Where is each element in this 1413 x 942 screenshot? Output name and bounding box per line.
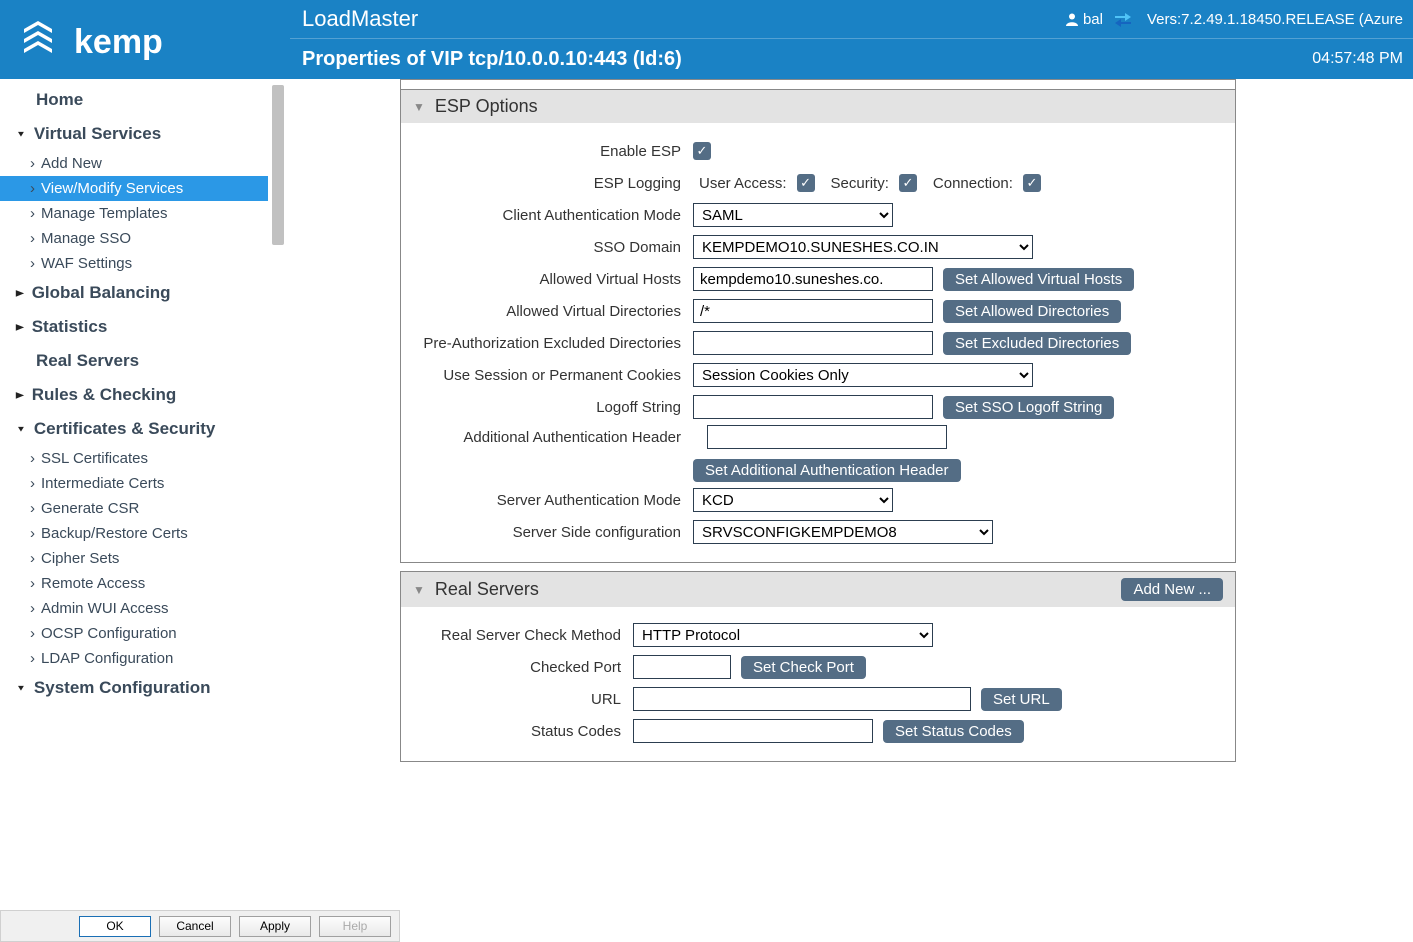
checked-port-label: Checked Port (415, 659, 633, 676)
real-servers-panel: ▼ Real Servers Add New ... Real Server C… (400, 571, 1236, 762)
sso-domain-select[interactable]: KEMPDEMO10.SUNESHES.CO.IN (693, 235, 1033, 259)
panel-title-rs: Real Servers (435, 579, 539, 600)
log-connection-label: Connection: (933, 175, 1013, 192)
enable-esp-checkbox[interactable]: ✓ (693, 142, 711, 160)
sidebar-item-view-modify-services[interactable]: View/Modify Services (0, 176, 268, 201)
log-user-checkbox[interactable]: ✓ (797, 174, 815, 192)
swap-icon[interactable] (1113, 11, 1133, 27)
product-title: LoadMaster (302, 6, 418, 32)
apply-button[interactable]: Apply (239, 916, 311, 937)
sidebar-item-intermediate-certs[interactable]: Intermediate Certs (0, 471, 268, 496)
server-side-label: Server Side configuration (415, 524, 693, 541)
logoff-label: Logoff String (415, 399, 693, 416)
sidebar-item-home[interactable]: Home (0, 83, 268, 117)
sidebar-item-ldap-configuration[interactable]: LDAP Configuration (0, 646, 268, 671)
sidebar-item-manage-sso[interactable]: Manage SSO (0, 226, 268, 251)
sidebar-item-ocsp-configuration[interactable]: OCSP Configuration (0, 621, 268, 646)
enable-esp-label: Enable ESP (415, 143, 693, 160)
client-auth-select[interactable]: SAML (693, 203, 893, 227)
user-indicator: bal (1065, 11, 1133, 28)
url-label: URL (415, 691, 633, 708)
sidebar-item-waf-settings[interactable]: WAF Settings (0, 251, 268, 276)
set-allowed-hosts-button[interactable]: Set Allowed Virtual Hosts (943, 268, 1134, 291)
sidebar-item-backup-restore-certs[interactable]: Backup/Restore Certs (0, 521, 268, 546)
set-logoff-button[interactable]: Set SSO Logoff String (943, 396, 1114, 419)
sidebar-scrollbar[interactable] (271, 79, 285, 719)
kemp-logo: kemp (0, 0, 290, 79)
addl-header-label: Additional Authentication Header (415, 425, 693, 446)
page-subtitle: Properties of VIP tcp/10.0.0.10:443 (Id:… (302, 48, 682, 71)
cookies-select[interactable]: Session Cookies Only (693, 363, 1033, 387)
svg-text:kemp: kemp (74, 23, 163, 61)
sidebar-item-global-balancing[interactable]: Global Balancing (0, 276, 268, 310)
sidebar-item-certificates-security[interactable]: Certificates & Security (0, 412, 268, 446)
sidebar-item-add-new[interactable]: Add New (0, 151, 268, 176)
allowed-hosts-label: Allowed Virtual Hosts (415, 271, 693, 288)
check-method-label: Real Server Check Method (415, 627, 633, 644)
sidebar-item-rules-checking[interactable]: Rules & Checking (0, 378, 268, 412)
log-security-label: Security: (831, 175, 889, 192)
ok-button[interactable]: OK (79, 916, 151, 937)
excluded-dirs-label: Pre-Authorization Excluded Directories (415, 335, 693, 352)
set-addl-header-button[interactable]: Set Additional Authentication Header (693, 459, 961, 482)
server-auth-label: Server Authentication Mode (415, 492, 693, 509)
server-side-select[interactable]: SRVSCONFIGKEMPDEMO8 (693, 520, 993, 544)
clock: 04:57:48 PM (1312, 50, 1403, 68)
excluded-dirs-input[interactable] (693, 331, 933, 355)
sidebar-item-remote-access[interactable]: Remote Access (0, 571, 268, 596)
collapse-icon[interactable]: ▼ (413, 583, 425, 597)
sidebar-item-admin-wui-access[interactable]: Admin WUI Access (0, 596, 268, 621)
collapse-icon[interactable]: ▼ (413, 100, 425, 114)
panel-title-esp: ESP Options (435, 96, 538, 117)
version-text: Vers:7.2.49.1.18450.RELEASE (Azure (1147, 11, 1403, 28)
sidebar: HomeVirtual ServicesAdd NewView/Modify S… (0, 79, 290, 762)
add-real-server-button[interactable]: Add New ... (1121, 578, 1223, 601)
allowed-dirs-label: Allowed Virtual Directories (415, 303, 693, 320)
esp-options-panel: ▼ ESP Options Enable ESP ✓ ESP Logging U… (400, 89, 1236, 563)
client-auth-label: Client Authentication Mode (415, 207, 693, 224)
sidebar-item-real-servers[interactable]: Real Servers (0, 344, 268, 378)
set-allowed-dirs-button[interactable]: Set Allowed Directories (943, 300, 1121, 323)
sidebar-item-generate-csr[interactable]: Generate CSR (0, 496, 268, 521)
help-button: Help (319, 916, 391, 937)
log-security-checkbox[interactable]: ✓ (899, 174, 917, 192)
dialog-button-bar: OK Cancel Apply Help (0, 910, 400, 942)
check-method-select[interactable]: HTTP Protocol (633, 623, 933, 647)
set-excluded-dirs-button[interactable]: Set Excluded Directories (943, 332, 1131, 355)
esp-logging-label: ESP Logging (415, 175, 693, 192)
user-icon (1065, 12, 1079, 26)
addl-header-input[interactable] (707, 425, 947, 449)
allowed-dirs-input[interactable] (693, 299, 933, 323)
log-user-label: User Access: (699, 175, 787, 192)
status-codes-label: Status Codes (415, 723, 633, 740)
sidebar-item-system-configuration[interactable]: System Configuration (0, 671, 268, 705)
sidebar-item-ssl-certificates[interactable]: SSL Certificates (0, 446, 268, 471)
sidebar-item-cipher-sets[interactable]: Cipher Sets (0, 546, 268, 571)
main-content: ▼ ESP Options Enable ESP ✓ ESP Logging U… (290, 79, 1413, 762)
sso-domain-label: SSO Domain (415, 239, 693, 256)
set-check-port-button[interactable]: Set Check Port (741, 656, 866, 679)
server-auth-select[interactable]: KCD (693, 488, 893, 512)
checked-port-input[interactable] (633, 655, 731, 679)
sidebar-item-virtual-services[interactable]: Virtual Services (0, 117, 268, 151)
cookies-label: Use Session or Permanent Cookies (415, 367, 693, 384)
url-input[interactable] (633, 687, 971, 711)
logoff-input[interactable] (693, 395, 933, 419)
set-status-codes-button[interactable]: Set Status Codes (883, 720, 1024, 743)
status-codes-input[interactable] (633, 719, 873, 743)
cancel-button[interactable]: Cancel (159, 916, 231, 937)
log-connection-checkbox[interactable]: ✓ (1023, 174, 1041, 192)
allowed-hosts-input[interactable] (693, 267, 933, 291)
set-url-button[interactable]: Set URL (981, 688, 1062, 711)
username: bal (1083, 11, 1103, 28)
sidebar-item-statistics[interactable]: Statistics (0, 310, 268, 344)
sidebar-item-manage-templates[interactable]: Manage Templates (0, 201, 268, 226)
